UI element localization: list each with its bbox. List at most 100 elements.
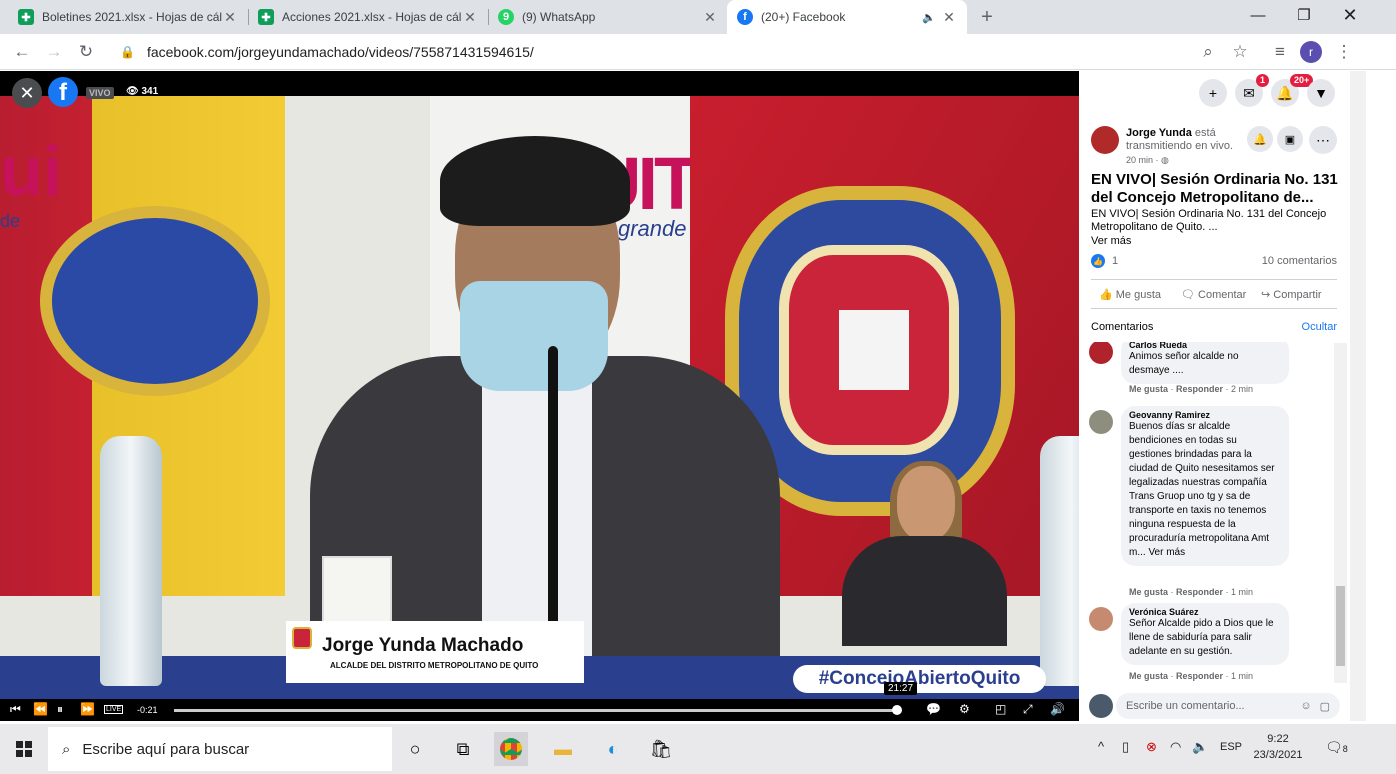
live-button[interactable]: LIVE xyxy=(104,705,124,714)
audio-playing-icon[interactable]: 🔈 xyxy=(921,11,937,24)
comment-like-link[interactable]: Me gusta xyxy=(1129,384,1168,394)
commenter-avatar[interactable] xyxy=(1089,342,1113,364)
more-options-button[interactable]: ⋯ xyxy=(1309,126,1337,154)
account-menu-button[interactable]: ▼ xyxy=(1307,79,1335,107)
close-video-button[interactable]: ✕ xyxy=(12,78,42,108)
tab-whatsapp[interactable]: 9 (9) WhatsApp ✕ xyxy=(488,0,728,34)
bookmark-star-icon[interactable]: ☆ xyxy=(1228,40,1252,64)
captions-icon[interactable]: 💬 xyxy=(926,702,941,716)
hide-comments-link[interactable]: Ocultar xyxy=(1302,321,1337,333)
commenter-avatar[interactable] xyxy=(1089,607,1113,631)
start-button[interactable] xyxy=(0,724,48,774)
store-icon[interactable]: 🛍 xyxy=(644,732,678,766)
volume-tray-icon[interactable]: 🔈 xyxy=(1192,739,1208,755)
settings-gear-icon[interactable]: ⚙ xyxy=(959,702,970,716)
comment-text: Señor Alcalde pido a Dios que le llene d… xyxy=(1129,618,1274,657)
close-window-button[interactable]: ✕ xyxy=(1327,0,1373,30)
cortana-icon[interactable]: ○ xyxy=(398,732,432,766)
video-player[interactable]: ui de UIT grande Jorge Yunda Machado ALCAL… xyxy=(0,71,1079,721)
profile-avatar[interactable]: r xyxy=(1300,41,1322,63)
microphone xyxy=(548,346,558,666)
pause-icon[interactable]: ⏸ xyxy=(57,702,63,717)
commenter-name[interactable]: Geovanny Ramirez xyxy=(1129,410,1279,420)
comment-input[interactable]: Escribe un comentario... ☺ ▢ xyxy=(1116,693,1340,719)
clock[interactable]: 9:22 23/3/2021 xyxy=(1252,731,1304,763)
rewind-icon[interactable]: ⏪ xyxy=(33,702,48,716)
sticker-icon[interactable]: ▢ xyxy=(1320,700,1330,713)
tab-acciones[interactable]: ✚ Acciones 2021.xlsx - Hojas de cál ✕ xyxy=(248,0,488,34)
comment-button[interactable]: 🗨 Comentar xyxy=(1181,288,1246,301)
caret-down-icon: ▼ xyxy=(1314,85,1328,101)
commenter-avatar[interactable] xyxy=(1089,410,1113,434)
address-bar[interactable]: 🔒 facebook.com/jorgeyundamachado/videos/… xyxy=(110,37,1260,67)
close-tab-icon[interactable]: ✕ xyxy=(222,9,238,26)
action-center-icon[interactable]: 🗨8 xyxy=(1325,739,1348,756)
chrome-icon[interactable] xyxy=(494,732,528,766)
progress-bar[interactable] xyxy=(174,705,902,715)
comments-list[interactable]: Carlos Rueda Animos señor alcalde no des… xyxy=(1079,342,1349,682)
comments-header: Comentarios Ocultar xyxy=(1091,321,1337,333)
like-reaction-icon: 👍 xyxy=(1091,254,1105,268)
show-hidden-icons[interactable]: ^ xyxy=(1098,739,1104,754)
skip-start-icon[interactable]: ⏮ xyxy=(10,702,21,717)
close-tab-icon[interactable]: ✕ xyxy=(941,9,957,26)
comment-text: Animos señor alcalde no desmaye .... xyxy=(1129,351,1239,376)
comment-count[interactable]: 10 comentarios xyxy=(1262,255,1337,267)
url-text[interactable]: facebook.com/jorgeyundamachado/videos/75… xyxy=(147,44,534,60)
new-tab-button[interactable]: + xyxy=(975,5,999,29)
network-warning-icon[interactable]: ⊗ xyxy=(1146,739,1157,755)
back-icon[interactable]: ← xyxy=(10,40,34,64)
commenter-name[interactable]: Verónica Suárez xyxy=(1129,607,1279,617)
search-icon: ⌕ xyxy=(62,740,71,758)
emoji-icon[interactable]: ☺ xyxy=(1300,700,1311,712)
author-avatar[interactable] xyxy=(1091,126,1119,154)
minimize-button[interactable]: — xyxy=(1235,0,1281,30)
sheets-icon: ✚ xyxy=(18,9,34,25)
menu-kebab-icon[interactable]: ⋮ xyxy=(1332,40,1356,64)
create-plus-button[interactable]: + xyxy=(1199,79,1227,107)
volume-icon[interactable]: 🔊 xyxy=(1050,702,1065,716)
comment-reply-link[interactable]: Responder xyxy=(1176,671,1223,681)
edge-icon[interactable]: ◐ xyxy=(596,732,630,766)
page-scrollbar[interactable] xyxy=(1350,71,1366,721)
like-count[interactable]: 1 xyxy=(1112,255,1118,267)
like-button[interactable]: 👍 Me gusta xyxy=(1099,288,1161,301)
forward-icon[interactable]: → xyxy=(42,40,66,64)
close-tab-icon[interactable]: ✕ xyxy=(462,9,478,26)
facebook-logo-icon[interactable]: f xyxy=(48,77,78,107)
fullscreen-icon[interactable]: ⤢ xyxy=(1023,702,1033,717)
save-post-button[interactable]: ▣ xyxy=(1277,126,1303,152)
water-bottle xyxy=(1040,436,1079,686)
scrollbar-thumb[interactable] xyxy=(1336,586,1345,666)
comments-scrollbar[interactable] xyxy=(1334,343,1347,683)
task-view-icon[interactable]: ⧉ xyxy=(446,732,480,766)
progress-knob[interactable] xyxy=(891,705,902,715)
coat-of-arms-icon xyxy=(292,627,312,649)
post-author[interactable]: Jorge Yunda xyxy=(1126,127,1192,139)
device-icon[interactable]: ▯ xyxy=(1122,739,1129,755)
see-more-link[interactable]: Ver más xyxy=(1091,235,1131,247)
restore-button[interactable]: ❐ xyxy=(1281,0,1327,30)
taskbar-search[interactable]: ⌕ Escribe aquí para buscar xyxy=(48,727,392,771)
comment-like-link[interactable]: Me gusta xyxy=(1129,587,1168,597)
comment-reply-link[interactable]: Responder xyxy=(1176,587,1223,597)
nameplate-title: ALCALDE DEL DISTRITO METROPOLITANO DE QU… xyxy=(330,661,539,670)
close-tab-icon[interactable]: ✕ xyxy=(702,9,718,26)
language-indicator[interactable]: ESP xyxy=(1220,741,1242,753)
zoom-icon[interactable]: ⌕ xyxy=(1196,40,1220,64)
commenter-name[interactable]: Carlos Rueda xyxy=(1129,342,1279,350)
share-button[interactable]: ↪ Compartir xyxy=(1261,288,1322,301)
reload-icon[interactable]: ↻ xyxy=(74,40,98,64)
miniplayer-icon[interactable]: ◰ xyxy=(995,702,1006,716)
whatsapp-icon: 9 xyxy=(498,9,514,25)
tab-title: (20+) Facebook xyxy=(761,10,846,24)
comment-like-link[interactable]: Me gusta xyxy=(1129,671,1168,681)
file-explorer-icon[interactable]: ▬ xyxy=(546,732,580,766)
tab-facebook[interactable]: f (20+) Facebook 🔈 ✕ xyxy=(727,0,967,34)
wifi-icon[interactable]: ◠ xyxy=(1170,739,1181,755)
comment-reply-link[interactable]: Responder xyxy=(1176,384,1223,394)
notify-bell-button[interactable]: 🔔 xyxy=(1247,126,1273,152)
tab-boletines[interactable]: ✚ Boletines 2021.xlsx - Hojas de cál ✕ xyxy=(8,0,248,34)
forward-icon[interactable]: ⏩ xyxy=(80,702,95,716)
media-control-icon[interactable]: ≡ xyxy=(1268,40,1292,64)
